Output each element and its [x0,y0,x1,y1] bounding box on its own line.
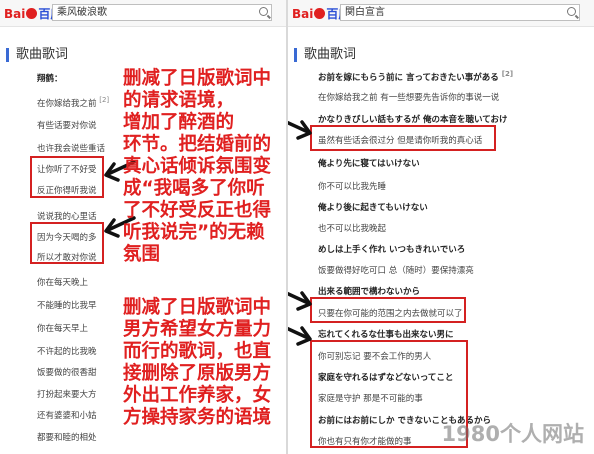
highlight-box [30,156,104,198]
arrow-right-icon [288,326,312,346]
lyric-line: 不许起的比我晚 [37,347,97,357]
left-top-bar: Bai 百度 乘风破浪歌 [0,0,286,27]
lyric-line: 你在每天早上 [37,324,89,334]
arrow-right-icon [288,291,312,311]
lyric-line: 也许我会说些重话 [37,144,106,154]
lyric-line: かなりきびしい話もするが 俺の本音を聴いておけ [318,115,508,125]
lyric-line: 还有婆婆和小姑 [37,411,97,421]
lyric-line: 翔鹤： [37,74,63,84]
lyric-line: 你在每天晚上 [37,278,89,288]
arrow-right-icon [288,120,312,140]
right-search-input[interactable]: 関白宣言 [340,4,580,21]
paw-icon [314,8,326,19]
search-icon[interactable] [259,7,268,16]
search-icon[interactable] [567,7,576,16]
highlight-box [30,222,104,264]
lyric-line: 打扮起来要大方 [37,390,97,400]
left-section-title: 歌曲歌词 [6,48,68,62]
lyric-line: 忘れてくれるな仕事も出来ない男に [318,330,454,340]
lyric-line: 说说我的心里话 [37,212,97,222]
annotation-text-1: 删减了日版歌词中 的请求语境， 增加了醉酒的 环节。把结婚前的 真心话倾诉氛围变… [123,68,272,265]
lyric-line: 不能睡的比我早 [37,301,97,311]
right-baidu-panel: Bai 百度 関白宣言 歌曲歌词 お前を嫁にもらう前に 言っておきたい事がある [… [286,0,594,454]
lyric-line: 饭要做的很香甜 [37,368,97,378]
left-search-input[interactable]: 乘风破浪歌 [52,4,272,21]
lyric-line: 在你嫁给我之前 [2] [37,96,110,109]
paw-icon [26,8,38,19]
lyric-line: 饭要做得好吃可口 总（随时）要保持漂亮 [318,266,474,276]
annotation-text-2: 删减了日版歌词中 男方希望女方量力 而行的歌词，也直 接删除了原版男方 外出工作… [123,297,272,428]
right-section-title: 歌曲歌词 [294,48,356,62]
lyric-line: 都要和睦的相处 [37,433,97,443]
right-top-bar: Bai 百度 関白宣言 [288,0,594,27]
lyric-line: 出来る範囲で構わないから [318,287,421,297]
watermark: 1980个人网站 [441,422,584,446]
highlight-box [310,125,496,151]
lyric-line: 俺より先に寝てはいけない [318,159,420,169]
lyric-line: お前を嫁にもらう前に 言っておきたい事がある [2] [318,70,514,83]
lyric-line: めしは上手く作れ いつもきれいでいろ [318,245,466,255]
left-baidu-panel: Bai 百度 乘风破浪歌 歌曲歌词 翔鹤： 在你嫁给我之前 [2] 有些话要对你说… [0,0,286,454]
lyric-line: 在你嫁给我之前 有一些想要先告诉你的事说一说 [318,93,500,103]
lyric-line: 你不可以比我先睡 [318,182,387,192]
highlight-box [310,297,466,323]
lyric-line: 有些话要对你说 [37,121,97,131]
lyric-line: 俺より後に起きてもいけない [318,203,428,213]
lyric-line: 也不可以比我晚起 [318,224,387,234]
